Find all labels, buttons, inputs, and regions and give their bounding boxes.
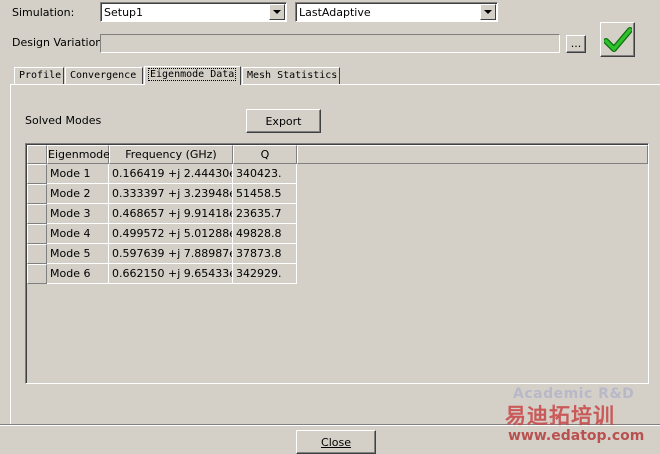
setup-select-value: Setup1: [104, 6, 144, 19]
solved-modes-table: Eigenmode Frequency (GHz) Q Mode 1 0.166…: [25, 143, 649, 384]
row-header[interactable]: [27, 264, 47, 284]
row-header[interactable]: [27, 164, 47, 184]
design-variation-field[interactable]: [100, 34, 560, 53]
tab-mesh-statistics[interactable]: Mesh Statistics: [242, 67, 340, 84]
watermark-line-3: www.edatop.com: [508, 428, 645, 444]
table-cell[interactable]: 342929.: [233, 264, 297, 284]
export-button[interactable]: Export: [246, 109, 321, 133]
table-cell[interactable]: 0.597639 +j 7.88987e-...: [109, 244, 233, 264]
design-variation-label: Design Variation:: [12, 36, 106, 49]
column-header-filler: [297, 145, 648, 164]
close-button[interactable]: Close: [296, 430, 376, 454]
table-cell[interactable]: 23635.7: [233, 204, 297, 224]
chevron-down-icon[interactable]: [480, 4, 496, 20]
table-cell[interactable]: Mode 2: [47, 184, 109, 204]
browse-button[interactable]: ...: [566, 35, 586, 53]
table-cell[interactable]: 340423.: [233, 164, 297, 184]
pass-select-value: LastAdaptive: [299, 6, 371, 19]
table-cell[interactable]: 49828.8: [233, 224, 297, 244]
setup-select[interactable]: Setup1: [100, 2, 287, 22]
table-cell[interactable]: Mode 4: [47, 224, 109, 244]
chevron-down-icon[interactable]: [269, 4, 285, 20]
solved-modes-label: Solved Modes: [25, 114, 102, 127]
table-cell[interactable]: 37873.8: [233, 244, 297, 264]
checkmark-icon: [603, 26, 632, 52]
table-cell[interactable]: 0.166419 +j 2.44430e-...: [109, 164, 233, 184]
table-cell[interactable]: Mode 5: [47, 244, 109, 264]
table-cell[interactable]: 0.333397 +j 3.23948e-...: [109, 184, 233, 204]
apply-button[interactable]: [600, 22, 635, 57]
tab-profile[interactable]: Profile: [14, 67, 64, 84]
table-cell[interactable]: 0.499572 +j 5.01288e-...: [109, 224, 233, 244]
column-header-eigenmode[interactable]: Eigenmode: [47, 145, 110, 164]
column-header-q[interactable]: Q: [233, 145, 297, 164]
table-cell[interactable]: Mode 3: [47, 204, 109, 224]
row-header[interactable]: [27, 204, 47, 224]
table-cell[interactable]: Mode 6: [47, 264, 109, 284]
table-cell[interactable]: 0.662150 +j 9.65433e-...: [109, 264, 233, 284]
row-header[interactable]: [27, 244, 47, 264]
table-cell[interactable]: Mode 1: [47, 164, 109, 184]
pass-select[interactable]: LastAdaptive: [295, 2, 498, 22]
tab-convergence[interactable]: Convergence: [65, 67, 143, 84]
simulation-label: Simulation:: [12, 6, 75, 19]
table-cell[interactable]: 51458.5: [233, 184, 297, 204]
row-header[interactable]: [27, 224, 47, 244]
row-header[interactable]: [27, 184, 47, 204]
watermark-line-2: 易迪拓培训: [505, 404, 615, 428]
table-cell[interactable]: 0.468657 +j 9.91418e-...: [109, 204, 233, 224]
tab-eigenmode-data[interactable]: Eigenmode Data: [144, 66, 241, 85]
column-header-frequency[interactable]: Frequency (GHz): [109, 145, 233, 164]
corner-header: [27, 145, 47, 164]
